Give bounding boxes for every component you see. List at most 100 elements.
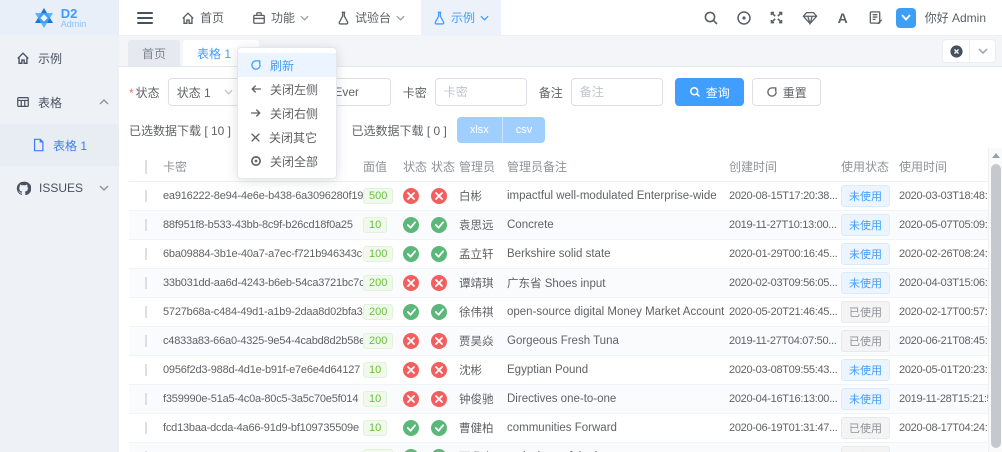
row-checkbox[interactable]: [145, 422, 147, 434]
app-logo[interactable]: D2 Admin: [0, 0, 119, 35]
col-header-usage-status: 使用状态: [841, 160, 890, 174]
status-icon-2: [431, 246, 447, 262]
font-size-icon[interactable]: A: [830, 5, 856, 31]
scrollbar-thumb[interactable]: [991, 164, 1001, 448]
sidebar-item-issues[interactable]: ISSUES: [0, 166, 119, 210]
usage-status-badge: 已使用: [841, 446, 890, 452]
nav-item-functions-label: 功能: [271, 11, 296, 25]
table-row[interactable]: 33b031dd-aa6d-4243-b6eb-54ca3721bc7c 200…: [129, 269, 995, 298]
table-row[interactable]: fcd13baa-dcda-4a66-91d9-bf109735509e 10 …: [129, 414, 995, 443]
status-field-label: * 状态: [129, 85, 160, 100]
row-checkbox[interactable]: [145, 277, 147, 289]
usage-status-badge: 已使用: [841, 330, 890, 352]
status-icon-1: [403, 333, 419, 349]
cell-admin: 孟立轩: [459, 249, 494, 261]
context-menu-close-left[interactable]: 关闭左侧: [238, 77, 336, 101]
refresh-icon: [766, 87, 777, 97]
theme-icon[interactable]: [797, 5, 823, 31]
table-row[interactable]: f359990e-51a5-4c0a-80c5-3a5c70e5f014 10 …: [129, 385, 995, 414]
cell-created-time: 2019-11-27T10:13:00...: [729, 219, 837, 231]
cell-kami: 33b031dd-aa6d-4243-b6eb-54ca3721bc7c: [163, 277, 363, 289]
row-checkbox[interactable]: [145, 190, 147, 202]
tab-table1-label: 表格 1: [197, 46, 232, 61]
context-menu-refresh[interactable]: 刷新: [238, 53, 336, 77]
reset-button[interactable]: 重置: [751, 78, 821, 106]
context-menu-close-all[interactable]: 关闭全部: [238, 149, 336, 173]
cell-kami: 6ba09884-3b1e-40a7-a7ec-f721b946343c: [163, 248, 362, 260]
sidebar-item-table1[interactable]: 表格 1: [0, 124, 119, 166]
tab-home[interactable]: 首页: [128, 40, 181, 66]
table-row[interactable]: c4833a83-66a0-4325-9e54-4cabd8d2b58e 200…: [129, 327, 995, 356]
nav-item-home-label: 首页: [200, 11, 225, 25]
csv-download-button-disabled[interactable]: csv: [501, 117, 546, 143]
sidebar-item-table-label: 表格: [38, 95, 63, 110]
cell-admin-note: impactful well-modulated Enterprise-wide: [507, 190, 717, 202]
chevron-down-icon: [224, 89, 233, 95]
fullscreen-icon[interactable]: [764, 5, 790, 31]
tab-home-label: 首页: [142, 46, 167, 61]
hamburger-menu-icon[interactable]: [131, 4, 159, 32]
sidebar-item-table[interactable]: 表格: [0, 80, 119, 124]
cell-used-time: 2020-02-17T00:57:28...: [899, 306, 995, 318]
value-badge: 500: [363, 188, 394, 204]
cell-created-time: 2020-05-20T21:46:45...: [729, 306, 838, 318]
cell-admin: 袁思远: [459, 220, 494, 232]
focus-mode-icon[interactable]: [731, 5, 757, 31]
user-avatar[interactable]: [895, 7, 916, 28]
scrollbar-up-arrow[interactable]: [989, 148, 1002, 162]
circle-record-icon: [251, 156, 261, 166]
nav-item-home[interactable]: 首页: [169, 0, 236, 36]
chevron-down-icon: [900, 14, 911, 21]
row-checkbox[interactable]: [145, 306, 147, 318]
search-icon[interactable]: [698, 5, 724, 31]
status-icon-1: [403, 217, 419, 233]
tab-controls: [942, 39, 996, 63]
value-badge: 10: [363, 362, 388, 378]
xlsx-download-button-disabled[interactable]: xlsx: [456, 117, 502, 143]
function-icon: [253, 11, 265, 24]
table-row[interactable]: 88f951f8-b533-43bb-8c9f-b26cd18f0a25 10 …: [129, 211, 995, 240]
value-badge: 100: [363, 246, 394, 262]
status-select[interactable]: 状态 1: [167, 78, 242, 106]
tab-options-dropdown[interactable]: [969, 39, 995, 63]
home-icon: [182, 11, 194, 24]
row-checkbox[interactable]: [145, 219, 147, 231]
table-row[interactable]: ca35cda6-ae68-48c9-b693-c2f781204d02 500…: [129, 443, 995, 452]
table-row[interactable]: 6ba09884-3b1e-40a7-a7ec-f721b946343c 100…: [129, 240, 995, 269]
usage-status-badge: 已使用: [841, 417, 890, 439]
kami-input[interactable]: [434, 78, 527, 106]
tab-context-menu: 刷新 关闭左侧 关闭右侧 关闭其它 关闭全部: [237, 47, 337, 179]
row-checkbox[interactable]: [145, 248, 147, 260]
log-icon[interactable]: [863, 5, 889, 31]
file-icon: [33, 138, 44, 152]
row-checkbox[interactable]: [145, 393, 147, 405]
value-badge: 10: [363, 391, 388, 407]
close-all-tabs-button[interactable]: [943, 39, 969, 63]
usage-status-badge: 未使用: [841, 185, 890, 207]
table-scrollbar[interactable]: [988, 148, 1002, 452]
cell-admin: 钟俊驰: [459, 394, 494, 406]
cell-kami: 5727b68a-c484-49d1-a1b9-2daa8d02bfa3: [163, 306, 363, 318]
nav-item-lab[interactable]: 试验台: [325, 0, 417, 36]
cell-kami: ea916222-8e94-4e6e-b438-6a3096280f19: [163, 190, 363, 202]
status-icon-2: [431, 188, 447, 204]
search-button[interactable]: 查询: [674, 78, 744, 106]
table-row[interactable]: 0956f2d3-988d-4d1e-b91f-e7e6e4d64127 10 …: [129, 356, 995, 385]
select-all-checkbox[interactable]: [145, 159, 147, 174]
close-icon: [251, 132, 260, 142]
status-icon-1: [403, 188, 419, 204]
nav-item-demo[interactable]: 示例: [421, 0, 502, 36]
table-row[interactable]: 5727b68a-c484-49d1-a1b9-2daa8d02bfa3 200…: [129, 298, 995, 327]
nav-item-functions[interactable]: 功能: [240, 0, 321, 36]
status-icon-1: [403, 362, 419, 378]
context-menu-close-others[interactable]: 关闭其它: [238, 125, 336, 149]
table-row[interactable]: ea916222-8e94-4e6e-b438-6a3096280f19 500…: [129, 182, 995, 211]
context-menu-close-right[interactable]: 关闭右侧: [238, 101, 336, 125]
status-icon-2: [431, 304, 447, 320]
sidebar-item-demo[interactable]: 示例: [0, 36, 119, 80]
row-checkbox[interactable]: [145, 364, 147, 376]
user-greeting[interactable]: 你好 Admin: [925, 9, 986, 26]
cell-admin-note: Berkshire solid state: [507, 248, 611, 260]
note-input[interactable]: [570, 78, 663, 106]
row-checkbox[interactable]: [145, 335, 147, 347]
